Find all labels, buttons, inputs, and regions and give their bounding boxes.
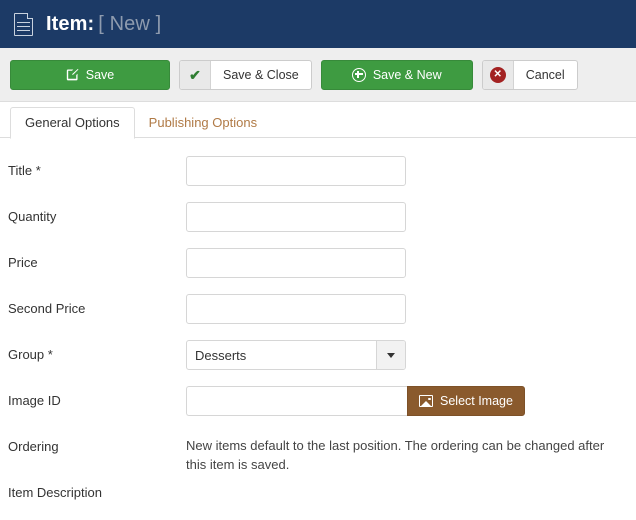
form-row-quantity: Quantity bbox=[0, 202, 636, 248]
group-select[interactable]: Desserts bbox=[186, 340, 406, 370]
pencil-square-icon bbox=[66, 68, 79, 81]
form-row-ordering: Ordering New items default to the last p… bbox=[0, 432, 636, 478]
form-row-image-id: Image ID Select Image bbox=[0, 386, 636, 432]
price-label: Price bbox=[8, 255, 38, 270]
general-options-form: Title * Quantity Price Second Price Grou… bbox=[0, 138, 636, 520]
group-label: Group * bbox=[8, 347, 53, 362]
check-icon: ✔ bbox=[180, 60, 211, 89]
picture-icon bbox=[419, 395, 433, 407]
form-row-title: Title * bbox=[0, 156, 636, 202]
tab-publishing-options[interactable]: Publishing Options bbox=[135, 108, 271, 138]
cancel-button-label: Cancel bbox=[525, 67, 565, 82]
select-image-button[interactable]: Select Image bbox=[407, 386, 525, 416]
image-id-input-group: Select Image bbox=[186, 386, 525, 416]
chevron-down-icon bbox=[376, 341, 405, 369]
quantity-label: Quantity bbox=[8, 209, 57, 224]
cancel-button[interactable]: ✕ Cancel bbox=[481, 59, 578, 90]
tab-bar: General Options Publishing Options bbox=[0, 102, 636, 139]
quantity-input[interactable] bbox=[186, 202, 406, 232]
image-id-input[interactable] bbox=[186, 386, 407, 416]
title-input[interactable] bbox=[186, 156, 406, 186]
page-title-state-badge: [ New ] bbox=[98, 12, 162, 35]
form-row-group: Group * Desserts bbox=[0, 340, 636, 386]
page-title: Item:[ New ] bbox=[46, 13, 161, 36]
item-description-label: Item Description bbox=[8, 485, 102, 500]
document-icon bbox=[14, 12, 33, 36]
save-button[interactable]: Save bbox=[10, 59, 170, 90]
save-and-close-button-label: Save & Close bbox=[223, 67, 299, 82]
form-row-second-price: Second Price bbox=[0, 294, 636, 340]
page-header: Item:[ New ] bbox=[0, 0, 636, 48]
select-image-button-label: Select Image bbox=[440, 394, 513, 408]
title-label: Title * bbox=[8, 163, 41, 178]
tab-general-options[interactable]: General Options bbox=[10, 106, 135, 139]
second-price-input[interactable] bbox=[186, 294, 406, 324]
ordering-label: Ordering bbox=[8, 439, 59, 454]
price-input[interactable] bbox=[186, 248, 406, 278]
save-and-new-button[interactable]: Save & New bbox=[320, 59, 473, 90]
form-row-price: Price bbox=[0, 248, 636, 294]
save-and-new-button-label: Save & New bbox=[372, 67, 442, 82]
ordering-help-text: New items default to the last position. … bbox=[186, 438, 605, 472]
page-title-text: Item: bbox=[46, 12, 95, 35]
form-row-item-description: Item Description bbox=[0, 478, 636, 520]
group-select-value: Desserts bbox=[195, 347, 247, 363]
toolbar: Save ✔ Save & Close Save & New ✕ Cancel bbox=[0, 48, 636, 102]
image-id-label: Image ID bbox=[8, 393, 61, 408]
second-price-label: Second Price bbox=[8, 301, 86, 316]
save-button-label: Save bbox=[85, 67, 115, 82]
x-circle-icon: ✕ bbox=[482, 60, 514, 89]
plus-circle-icon bbox=[351, 67, 366, 82]
save-and-close-button[interactable]: ✔ Save & Close bbox=[179, 59, 312, 90]
